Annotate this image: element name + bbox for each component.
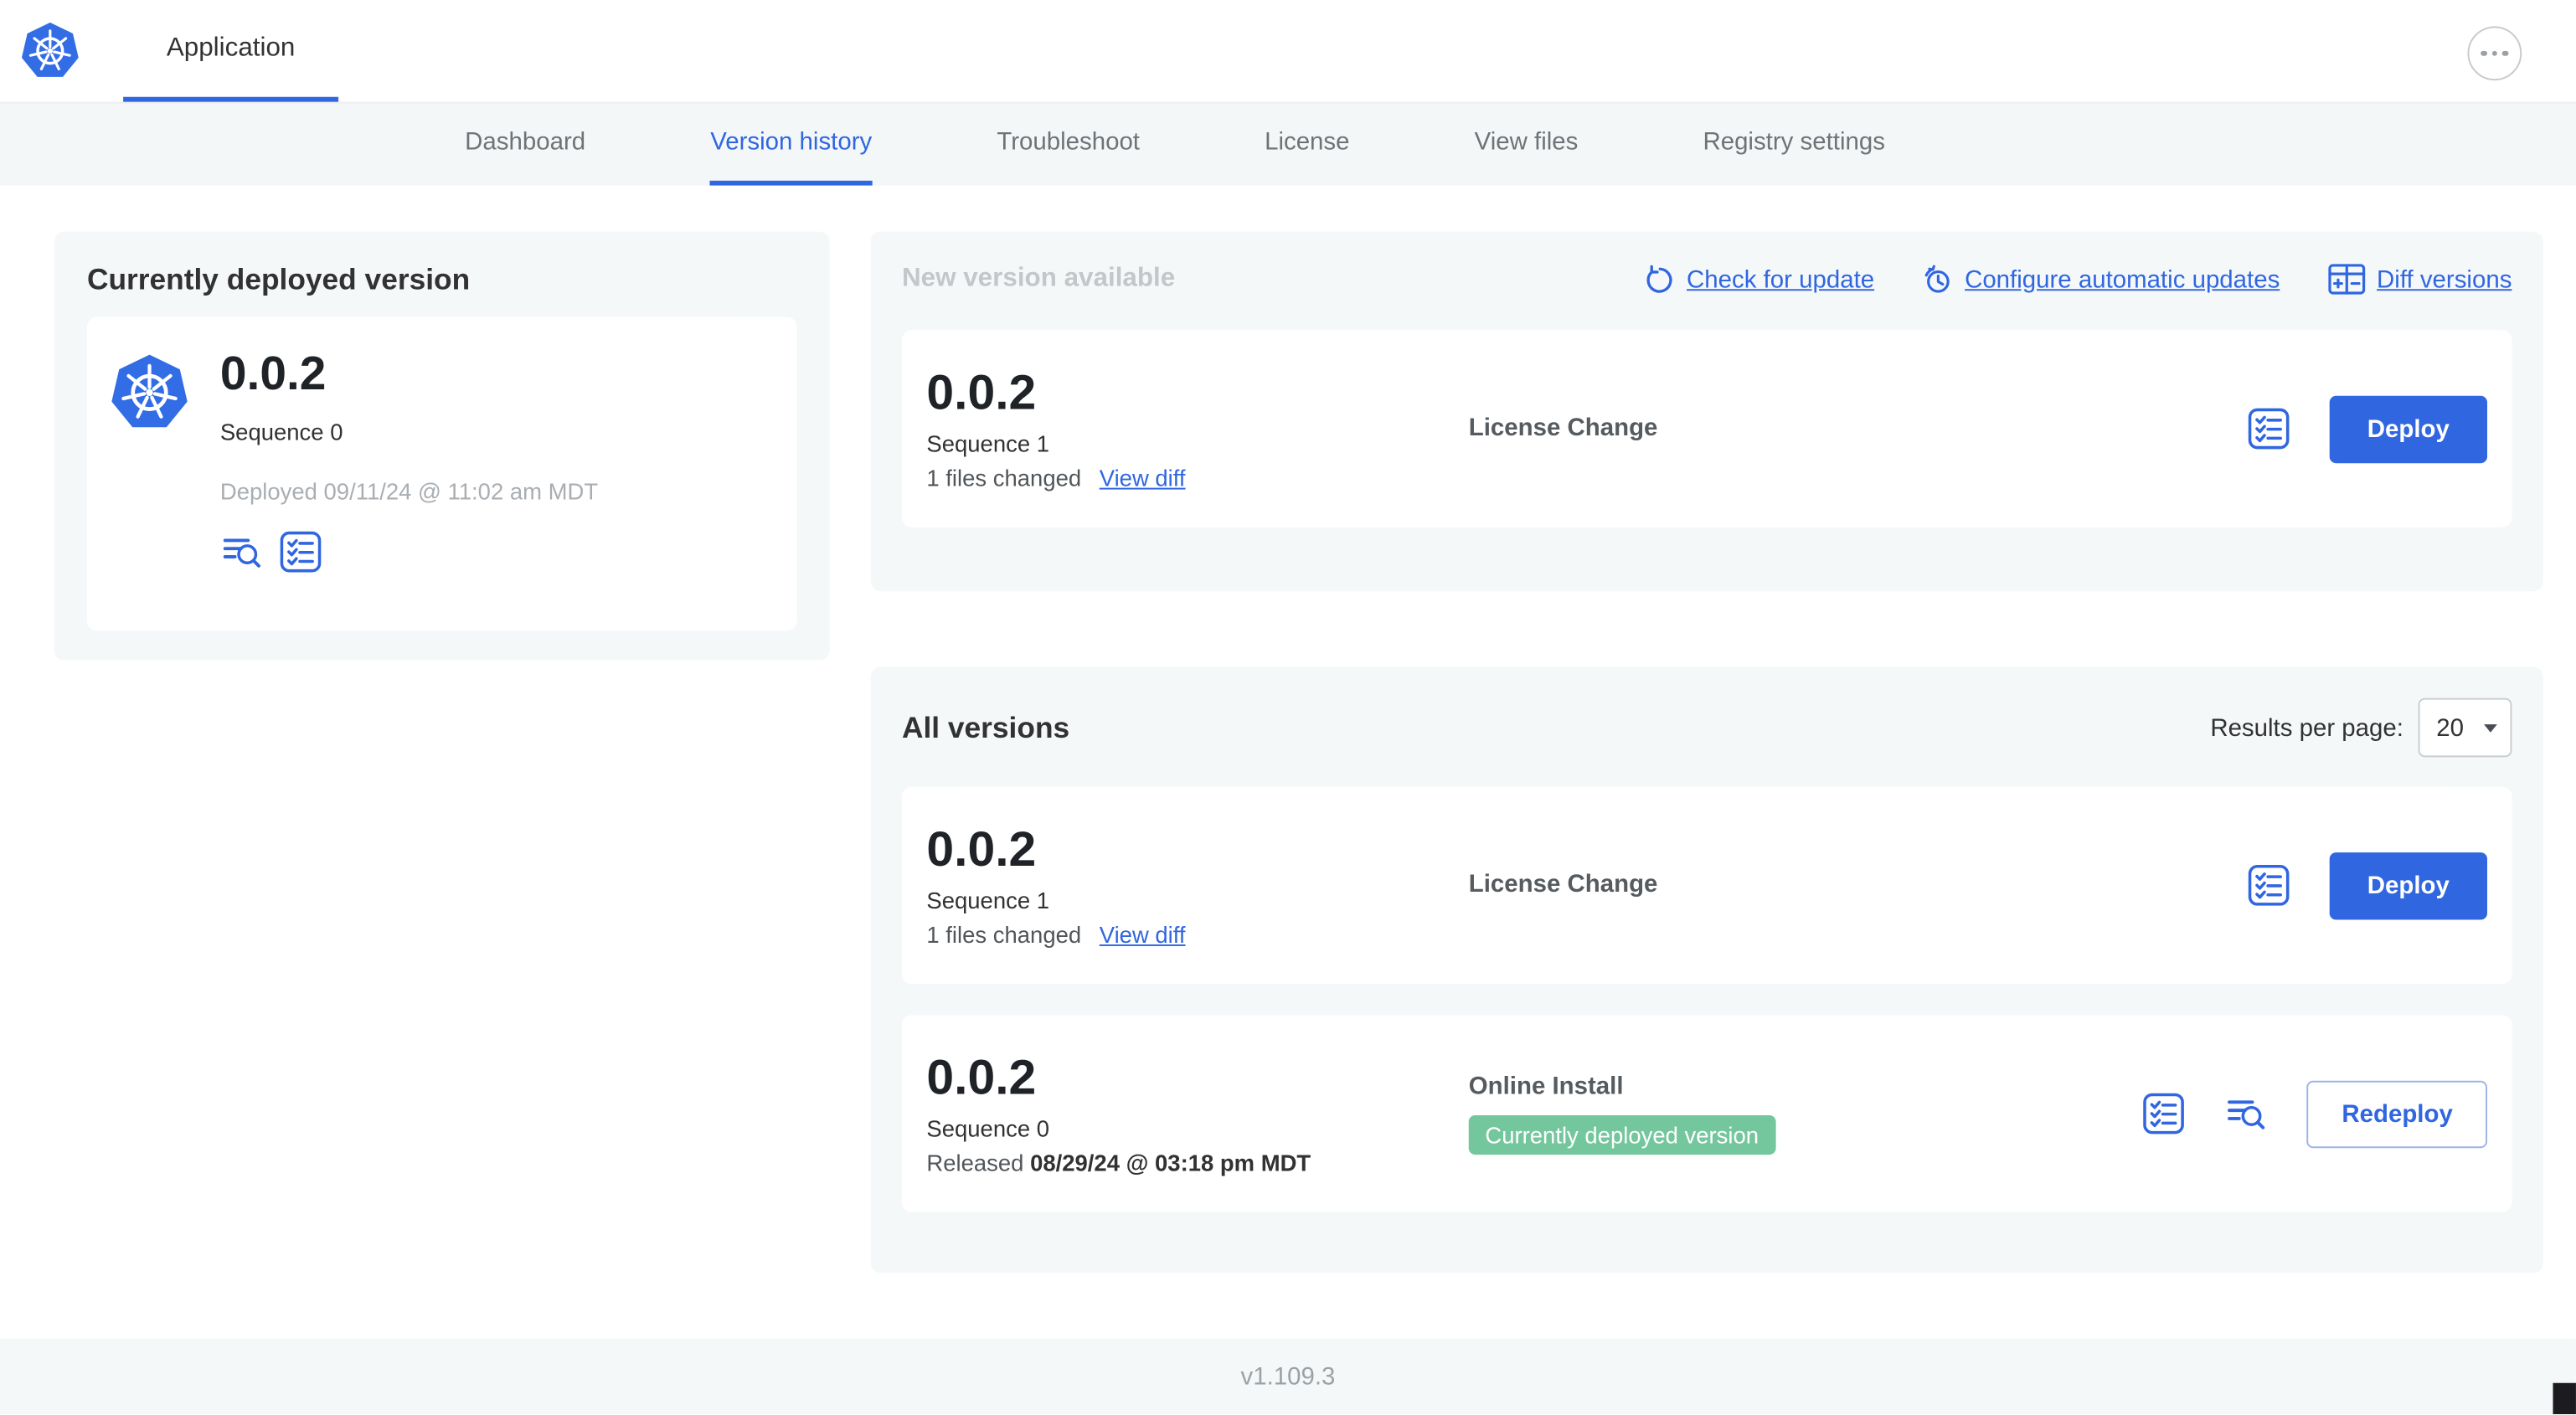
version-sequence: Sequence 0 [926,1114,1050,1142]
tab-version-history[interactable]: Version history [710,104,873,186]
version-source: License Change [1468,870,1658,899]
new-version-title: New version available [901,264,1176,293]
files-changed: 1 files changed [926,921,1082,948]
clock-update-icon [1924,264,1950,292]
deploy-button[interactable]: Deploy [2329,852,2488,919]
scrollbar-corner [2553,1382,2576,1415]
results-per-page-label: Results per page: [2210,713,2403,742]
all-versions-title: All versions [901,710,1070,744]
deployed-version-card: 0.0.2 Sequence 0 Deployed 09/11/24 @ 11:… [86,316,797,631]
version-row: 0.0.2 Sequence 1 1 files changed View di… [901,330,2512,527]
more-options-button[interactable] [2467,26,2522,81]
footer: v1.109.3 [0,1338,2576,1415]
view-diff-link[interactable]: View diff [1100,465,1186,491]
tab-application[interactable]: Application [123,0,339,102]
log-search-icon[interactable] [220,531,263,574]
checklist-icon[interactable] [2143,1093,2186,1135]
console-version: v1.109.3 [1240,1362,1336,1391]
tab-registry-settings[interactable]: Registry settings [1703,104,1885,186]
diff-table-icon [2327,264,2365,295]
tab-troubleshoot[interactable]: Troubleshoot [997,104,1140,186]
kubernetes-logo [20,21,80,79]
deployed-sequence: Sequence 0 [219,419,343,445]
diff-versions-link[interactable]: Diff versions [2327,263,2512,296]
tab-view-files[interactable]: View files [1475,104,1579,186]
version-number: 0.0.2 [926,366,1037,421]
checklist-icon[interactable] [2248,408,2290,450]
main-content: Currently deployed version 0.0.2 Sequenc… [0,185,2576,1339]
redeploy-button[interactable]: Redeploy [2307,1079,2488,1148]
check-for-update-link[interactable]: Check for update [1644,264,1874,295]
ellipsis-icon [2481,50,2509,57]
tab-dashboard[interactable]: Dashboard [465,104,585,186]
version-sequence: Sequence 1 [926,887,1050,913]
view-diff-link[interactable]: View diff [1100,922,1186,948]
application-tab-label: Application [166,33,296,62]
log-search-icon[interactable] [2225,1093,2268,1135]
currently-deployed-card: Currently deployed version 0.0.2 Sequenc… [54,231,830,661]
deployed-timestamp: Deployed 09/11/24 @ 11:02 am MDT [219,477,599,505]
deploy-button[interactable]: Deploy [2329,394,2488,463]
results-per-page-select[interactable]: 20 [2418,697,2512,758]
refresh-icon [1646,264,1672,292]
released-timestamp: Released 08/29/24 @ 03:18 pm MDT [926,1150,1311,1176]
page: Application Dashboard Version history Tr… [0,0,2576,1415]
currently-deployed-badge: Currently deployed version [1468,1114,1775,1155]
tab-license[interactable]: License [1265,104,1349,186]
app-nav: Dashboard Version history Troubleshoot L… [0,103,2576,186]
version-row: 0.0.2 Sequence 0 Released 08/29/24 @ 03:… [901,1015,2512,1212]
version-row: 0.0.2 Sequence 1 1 files changed View di… [901,786,2512,985]
version-number: 0.0.2 [926,822,1037,877]
version-sequence: Sequence 1 [926,430,1050,457]
version-source: License Change [1468,414,1658,442]
version-source: Online Install [1468,1072,1624,1101]
files-changed: 1 files changed [926,465,1082,491]
configure-automatic-updates-link[interactable]: Configure automatic updates [1922,264,2280,295]
checklist-icon[interactable] [279,531,322,574]
checklist-icon[interactable] [2248,864,2290,907]
top-header: Application [0,0,2576,104]
chevron-down-icon [2484,723,2497,732]
kubernetes-logo [110,353,188,432]
all-versions-card: All versions Results per page: 20 0.0.2 … [870,666,2543,1274]
deployed-version-number: 0.0.2 [219,347,327,401]
deployed-card-title: Currently deployed version [86,262,471,296]
new-version-card: New version available Check for update C… [870,231,2543,592]
version-number: 0.0.2 [926,1051,1037,1106]
